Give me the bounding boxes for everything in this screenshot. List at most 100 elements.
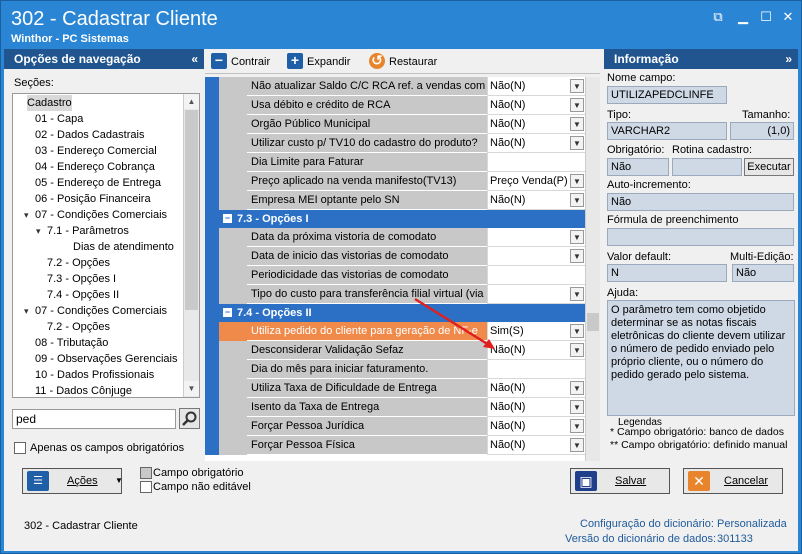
nav-header: Opções de navegação « bbox=[4, 49, 204, 69]
tree-item-label: 7.3 - Opções I bbox=[47, 273, 117, 285]
sections-tree[interactable]: Cadastro 01 - Capa 02 - Dados Cadastrais 03… bbox=[12, 93, 200, 398]
field-name-value: UTILIZAPEDCLINFE bbox=[607, 86, 727, 104]
execute-button[interactable]: Executar bbox=[744, 158, 794, 176]
only-required-checkbox[interactable] bbox=[14, 442, 26, 454]
type-value: VARCHAR2 bbox=[607, 122, 727, 140]
actions-button[interactable]: ☰ Ações ▼ bbox=[22, 468, 123, 494]
window-subtitle: Winthor - PC Sistemas bbox=[11, 33, 129, 45]
tree-item-label: 10 - Dados Profissionais bbox=[35, 369, 155, 381]
scroll-thumb[interactable] bbox=[185, 110, 198, 310]
size-value: (1,0) bbox=[730, 122, 794, 140]
tree-item[interactable]: ▾ 7.1 - Parâmetros bbox=[36, 223, 129, 239]
tree-item-label: 7.1 - Parâmetros bbox=[47, 225, 129, 237]
actions-icon: ☰ bbox=[27, 471, 49, 491]
field-name-label: Nome campo: bbox=[607, 72, 676, 84]
save-button[interactable]: ▣ Salvar bbox=[570, 468, 670, 494]
tree-item-label: 06 - Posição Financeira bbox=[35, 193, 151, 205]
tree-item[interactable]: 7.3 - Opções I bbox=[47, 271, 116, 287]
tree-item-label: 05 - Endereço de Entrega bbox=[35, 177, 161, 189]
search-button[interactable] bbox=[179, 408, 200, 429]
scroll-down-icon[interactable]: ▼ bbox=[184, 381, 199, 396]
restore-icon[interactable]: ⧉ bbox=[709, 9, 727, 25]
info-panel: Informação » Nome campo: UTILIZAPEDCLINF… bbox=[604, 49, 798, 461]
multi-edit-label: Multi-Edição: bbox=[730, 251, 794, 263]
search-input[interactable] bbox=[12, 409, 176, 429]
not-editable-legend-swatch bbox=[140, 481, 152, 493]
tree-item[interactable]: 08 - Tributação bbox=[35, 335, 108, 351]
routine-value bbox=[672, 158, 742, 176]
minimize-icon[interactable]: ▁ bbox=[734, 9, 752, 25]
collapse-left-icon[interactable]: « bbox=[191, 49, 198, 69]
expand-button[interactable]: + Expandir bbox=[287, 53, 357, 71]
collapse-label: Contrair bbox=[231, 56, 271, 68]
formula-value bbox=[607, 228, 794, 246]
navigation-panel: Opções de navegação « Seções: Cadastro 01… bbox=[4, 49, 204, 461]
maximize-icon[interactable]: ☐ bbox=[757, 9, 775, 25]
tree-items: Cadastro 01 - Capa 02 - Dados Cadastrais 03… bbox=[13, 94, 184, 397]
tree-item-label: 07 - Condições Comerciais bbox=[35, 209, 168, 221]
info-header: Informação » bbox=[604, 49, 798, 69]
tree-item[interactable]: 09 - Observações Gerenciais bbox=[35, 351, 177, 367]
dict-version-label: Versão do dicionário de dados: bbox=[565, 533, 717, 545]
tree-twisty-icon[interactable]: ▾ bbox=[24, 303, 29, 319]
tree-item[interactable]: 04 - Endereço Cobrança bbox=[35, 159, 155, 175]
bottom-bar: ☰ Ações ▼ Campo obrigatório Campo não ed… bbox=[4, 461, 798, 551]
tree-item-label: 7.4 - Opções II bbox=[47, 289, 120, 301]
tree-item[interactable]: ▾ 07 - Condições Comerciais bbox=[24, 207, 168, 223]
tree-item[interactable]: 10 - Dados Profissionais bbox=[35, 367, 154, 383]
tree-item[interactable]: 7.4 - Opções II bbox=[47, 287, 119, 303]
restore-label: Restaurar bbox=[389, 56, 438, 68]
tree-item[interactable]: 7.2 - Opções bbox=[47, 255, 110, 271]
default-label: Valor default: bbox=[607, 251, 672, 263]
tree-item-label: 11 - Dados Cônjuge bbox=[35, 385, 133, 397]
tree-item[interactable]: Cadastro bbox=[27, 95, 72, 111]
save-icon: ▣ bbox=[575, 471, 597, 491]
grid-toolbar: − Contrair + Expandir ↺ Restaurar bbox=[205, 49, 600, 74]
annotation-arrow bbox=[414, 297, 495, 349]
tree-item[interactable]: ▾ 07 - Condições Comerciais bbox=[24, 303, 167, 319]
grid-scroll-thumb[interactable] bbox=[587, 313, 599, 331]
tree-item[interactable]: 05 - Endereço de Entrega bbox=[35, 175, 161, 191]
restore-button[interactable]: ↺ Restaurar bbox=[369, 53, 445, 71]
tree-item[interactable]: 11 - Dados Cônjuge bbox=[35, 383, 133, 397]
legend-item-1: * Campo obrigatório: banco de dados bbox=[610, 426, 784, 438]
legend-item-2: ** Campo obrigatório: definido manual bbox=[610, 439, 788, 451]
tree-item[interactable]: 7.2 - Opções bbox=[47, 319, 110, 335]
tree-item-label: 7.2 - Opções bbox=[47, 257, 110, 269]
title-bar: 302 - Cadastrar Cliente Winthor - PC Sis… bbox=[1, 1, 801, 47]
routine-label: Rotina cadastro: bbox=[672, 144, 753, 156]
type-label: Tipo: bbox=[607, 109, 632, 121]
collapse-button[interactable]: − Contrair bbox=[211, 53, 277, 71]
tree-twisty-icon[interactable]: ▾ bbox=[36, 223, 41, 239]
collapse-right-icon[interactable]: » bbox=[785, 49, 792, 69]
window-title: 302 - Cadastrar Cliente bbox=[11, 8, 218, 30]
tree-item[interactable]: Dias de atendimento bbox=[73, 239, 174, 255]
not-editable-legend-label: Campo não editável bbox=[153, 481, 251, 493]
save-label: Salvar bbox=[615, 475, 647, 487]
required-value: Não bbox=[607, 158, 669, 176]
status-title: 302 - Cadastrar Cliente bbox=[24, 520, 138, 532]
cancel-button[interactable]: ✕ Cancelar bbox=[683, 468, 783, 494]
scroll-up-icon[interactable]: ▲ bbox=[184, 94, 199, 109]
close-icon[interactable]: ✕ bbox=[779, 9, 797, 25]
info-header-label: Informação bbox=[614, 52, 679, 66]
grid-scrollbar[interactable] bbox=[585, 77, 600, 461]
tree-scrollbar[interactable]: ▲ ▼ bbox=[183, 94, 199, 397]
parameters-panel: − Contrair + Expandir ↺ Restaurar Não at… bbox=[205, 49, 600, 461]
undo-icon: ↺ bbox=[369, 53, 385, 69]
tree-twisty-icon[interactable]: ▾ bbox=[24, 207, 29, 223]
multi-edit-value: Não bbox=[732, 264, 794, 282]
tree-item[interactable]: 02 - Dados Cadastrais bbox=[35, 127, 144, 143]
expand-label: Expandir bbox=[307, 56, 351, 68]
dict-config-value: Personalizada bbox=[717, 518, 787, 530]
tree-item-label: 7.2 - Opções bbox=[47, 321, 110, 333]
required-legend-swatch bbox=[140, 467, 152, 479]
tree-item[interactable]: 06 - Posição Financeira bbox=[35, 191, 151, 207]
tree-item-label: 01 - Capa bbox=[35, 113, 84, 125]
tree-item[interactable]: 03 - Endereço Comercial bbox=[35, 143, 157, 159]
dropdown-arrow-icon: ▼ bbox=[115, 476, 123, 485]
search-icon bbox=[182, 411, 197, 426]
formula-label: Fórmula de preenchimento bbox=[607, 214, 739, 226]
tree-item-label: Cadastro bbox=[27, 97, 72, 109]
tree-item[interactable]: 01 - Capa bbox=[35, 111, 83, 127]
